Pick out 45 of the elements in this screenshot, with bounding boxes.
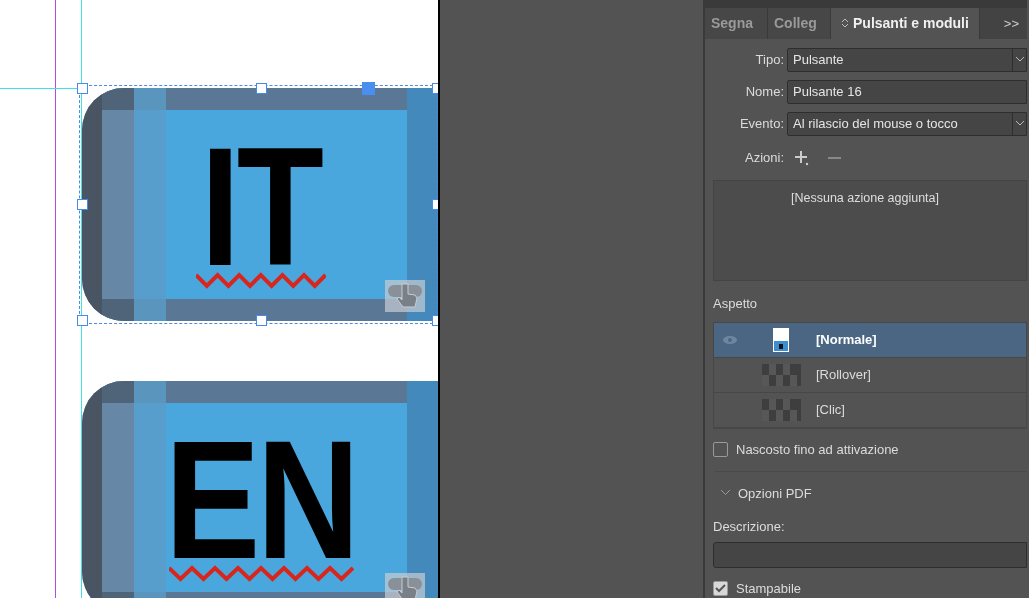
input-field[interactable]	[713, 541, 1027, 568]
section-title: Aspetto	[713, 294, 759, 313]
selection-handle[interactable]	[256, 83, 267, 94]
field-label: Nome:	[744, 82, 785, 101]
field-label: Evento:	[738, 114, 785, 133]
button-label: EN	[165, 440, 357, 561]
dropdown[interactable]: Al rilascio del mouse o tocco	[787, 111, 1027, 136]
transparency-icon	[761, 364, 801, 386]
checkbox-label: Nascosto fino ad attivazione	[736, 441, 899, 459]
appearance-row[interactable]: [Normale]	[714, 323, 1026, 358]
field-label: Tipo:	[754, 50, 785, 69]
panel-tab[interactable]: Pulsanti e moduli	[831, 8, 980, 39]
field-label: Descrizione:	[713, 518, 786, 536]
selection-handle[interactable]	[77, 83, 88, 94]
remove-icon[interactable]	[828, 155, 841, 160]
selection-handle[interactable]	[77, 315, 88, 326]
appearance-label: [Normale]	[816, 331, 877, 350]
chevron-down-icon	[721, 490, 730, 497]
actions-label: Azioni:	[743, 148, 785, 167]
panel-tab[interactable]: Segna	[705, 8, 768, 39]
hand-pointer-icon	[385, 573, 425, 598]
appearance-label: [Rollover]	[816, 366, 871, 385]
button-label: IT	[200, 147, 322, 268]
actions-list[interactable]: [Nessuna azione aggiunta]	[713, 179, 1027, 281]
input-field[interactable]: Pulsante 16	[787, 79, 1027, 104]
chevron-down-icon	[1015, 121, 1024, 126]
hand-pointer-icon	[385, 280, 425, 312]
transparency-icon	[761, 399, 801, 421]
add-icon[interactable]	[794, 149, 810, 166]
appearance-row[interactable]: [Clic]	[714, 393, 1026, 428]
checkbox[interactable]	[713, 580, 728, 596]
panel-menu-button[interactable]: >>	[1003, 13, 1027, 33]
chevron-down-icon	[1015, 57, 1024, 62]
empty-message: [Nessuna azione aggiunta]	[791, 190, 940, 205]
appearance-row[interactable]: [Rollover]	[714, 358, 1026, 393]
thumbnail-icon	[773, 328, 789, 352]
panel-tab[interactable]: Colleg	[768, 8, 831, 39]
dropdown[interactable]: Pulsante	[787, 47, 1027, 72]
sort-icon	[841, 17, 849, 30]
selection-handle[interactable]	[256, 315, 267, 326]
checkbox[interactable]	[713, 442, 728, 458]
appearance-label: [Clic]	[816, 401, 845, 420]
section-toggle[interactable]: Opzioni PDF	[721, 483, 1027, 503]
checkbox-label: Stampabile	[736, 579, 802, 598]
selection-handle[interactable]	[77, 199, 88, 210]
